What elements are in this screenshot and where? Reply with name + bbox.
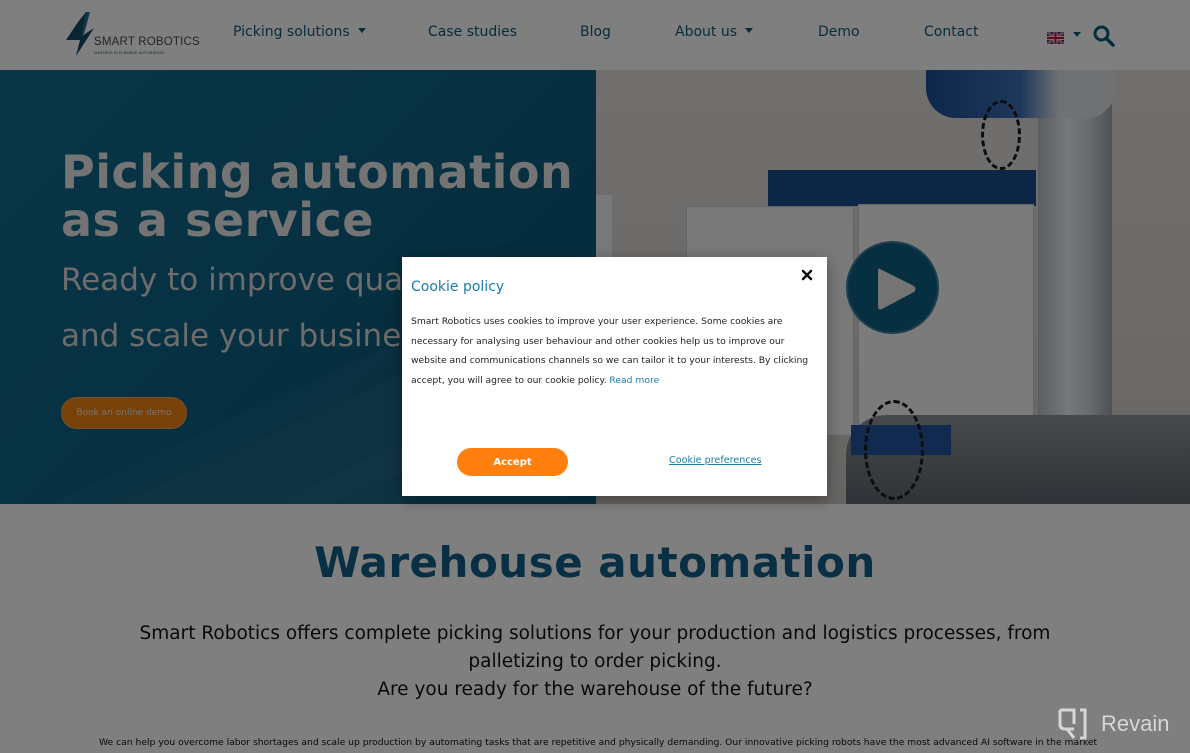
modal-title: Cookie policy	[411, 279, 505, 295]
cookie-preferences-link[interactable]: Cookie preferences	[669, 455, 762, 466]
watermark-label: Revain	[1101, 711, 1170, 736]
revain-logo-icon	[1058, 708, 1087, 740]
close-icon	[801, 269, 813, 281]
accept-button[interactable]: Accept	[457, 448, 568, 476]
revain-watermark: Revain	[1055, 707, 1169, 741]
read-more-link[interactable]: Read more	[609, 375, 659, 386]
close-button[interactable]	[799, 267, 815, 283]
modal-body: Smart Robotics uses cookies to improve y…	[411, 312, 816, 390]
cookie-modal: Cookie policy Smart Robotics uses cookie…	[402, 257, 827, 496]
